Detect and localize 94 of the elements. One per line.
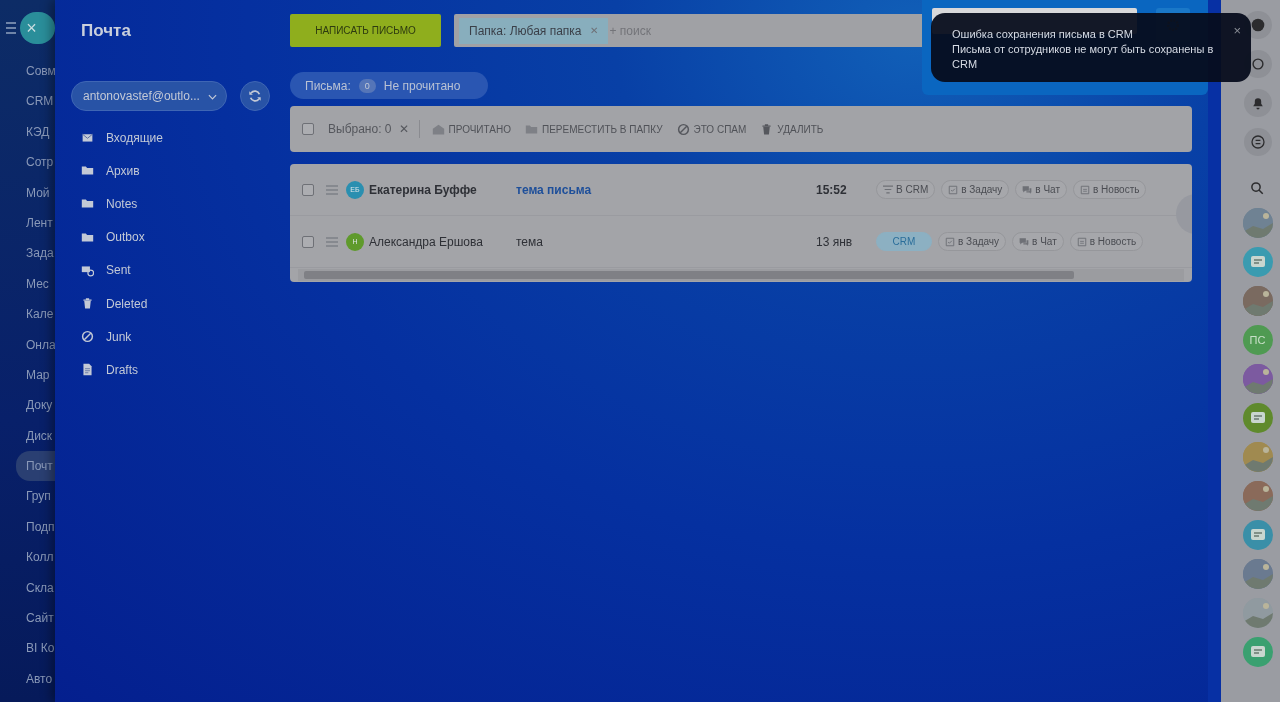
chat-icon [1022,184,1033,195]
action-button[interactable]: в Новость [1069,232,1144,251]
nav-item[interactable]: Мой [16,177,55,208]
nav-item[interactable]: Скла [16,572,55,604]
contact-avatar[interactable]: ПС [1242,325,1273,355]
group-chat-icon[interactable] [1242,520,1273,550]
action-button[interactable]: ПЕРЕМЕСТИТЬ В ПАПКУ [525,122,663,136]
menu-icon[interactable] [6,22,17,34]
folder-item[interactable]: Notes [106,196,138,211]
action-button[interactable]: в Чат [1015,180,1067,199]
block-icon [81,330,94,344]
action-button[interactable]: в Задачу [941,180,1010,199]
panel-title: Почта [81,20,132,42]
crm-button[interactable]: CRM [876,232,932,251]
sender-name: Александра Ершова [369,234,484,249]
action-button[interactable]: в Чат [1012,232,1064,251]
close-button[interactable]: × [20,12,55,44]
note-icon [1076,236,1087,247]
checkbox-icon [945,236,955,247]
folder-icon [81,230,94,244]
nav-item[interactable]: Лент [16,207,55,239]
checkbox-icon [948,184,959,195]
nav-item[interactable]: Зада [16,238,55,269]
nav-item[interactable]: Мес [16,268,55,300]
nav-item[interactable]: Почт [16,451,55,482]
refresh-button[interactable] [240,81,270,111]
scrollbar[interactable] [298,269,1184,281]
sent-icon [81,263,94,277]
nav-item[interactable]: КЭД [16,116,55,148]
note-icon [1080,184,1090,195]
group-chat-icon[interactable] [1242,637,1273,667]
nav-item[interactable]: Груп [16,481,55,512]
nav-item[interactable]: Сотр [16,147,55,178]
nav-item[interactable]: BI Ко [16,633,55,664]
counter-label: Письма: [305,78,351,93]
drag-handle-icon[interactable] [326,184,338,195]
nav-item[interactable]: CRM [16,86,55,117]
folder-icon [525,122,538,136]
count-badge: 0 [358,78,376,93]
message-time: 13 янв [816,234,854,249]
checkbox[interactable] [302,123,314,135]
action-button[interactable]: в Задачу [938,232,1007,251]
nav-item[interactable]: Сайт [16,603,55,634]
search-icon[interactable] [1250,181,1265,196]
nav-item[interactable]: Колл [16,542,55,573]
chat-icon[interactable] [1243,128,1272,156]
nav-item[interactable]: Онла [16,329,55,360]
folder-icon [81,164,94,178]
folder-item[interactable]: Outbox [106,230,145,245]
message-subject[interactable]: тема письма [516,182,816,197]
crm-button[interactable]: В CRM [876,180,936,199]
message-time: 15:52 [816,182,848,197]
folder-item[interactable]: Sent [106,263,131,278]
group-chat-icon[interactable] [1242,403,1273,433]
nav-item[interactable]: Совм [16,56,55,87]
group-chat-icon[interactable] [1242,247,1273,277]
checkbox[interactable] [302,235,314,248]
folder-item[interactable]: Drafts [106,362,138,377]
trash-icon [81,297,94,311]
close-button[interactable]: × [1233,23,1241,38]
nav-item[interactable]: Мар [16,359,55,391]
toast-title: Ошибка сохранения письма в CRM [952,27,1134,42]
action-button[interactable]: ЭТО СПАМ [676,122,747,136]
action-button[interactable]: УДАЛИТЬ [760,122,824,136]
envelope-icon [81,131,94,145]
trash-icon [760,122,774,136]
bell-icon[interactable] [1243,89,1272,117]
message-subject[interactable]: тема [516,234,816,249]
selected-count: Выбрано: 0 [328,122,392,136]
document-icon [81,363,94,377]
action-button[interactable]: ПРОЧИТАНО [431,122,511,136]
nav-item[interactable]: Диск [16,420,55,452]
folder-item[interactable]: Архив [106,163,140,178]
filter-icon [883,185,893,194]
drag-handle-icon[interactable] [326,236,338,247]
refresh-icon [248,89,262,103]
nav-item[interactable]: Кале [16,299,55,330]
sender-name: Екатерина Буффе [369,182,478,197]
checkbox[interactable] [302,183,314,196]
account-dropdown[interactable]: antonovastef@outlo... [71,81,227,111]
nav-item[interactable]: Подп [16,511,55,543]
action-button[interactable]: в Новость [1073,180,1147,199]
block-icon [676,122,690,136]
counter-pill[interactable]: Письма: 0 Не прочитано [290,72,489,99]
nav-item[interactable]: Доку [16,390,55,421]
nav-item[interactable]: Авто [16,663,55,695]
folder-item[interactable]: Junk [106,329,132,344]
compose-button[interactable]: НАПИСАТЬ ПИСЬМО [290,14,441,47]
chat-icon [1019,236,1030,247]
counter-text: Не прочитано [383,78,461,93]
folder-icon [81,197,94,211]
clear-selection-button[interactable]: ✕ [398,122,409,136]
folder-item[interactable]: Входящие [106,130,163,145]
folder-item[interactable]: Deleted [106,296,148,311]
